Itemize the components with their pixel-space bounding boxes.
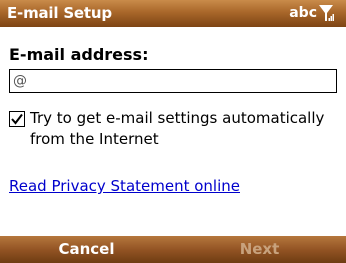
checkmark-icon — [11, 113, 23, 125]
auto-settings-checkbox[interactable] — [9, 111, 25, 127]
title-bar: E-mail Setup abc — [0, 0, 346, 27]
auto-settings-label[interactable]: Try to get e-mail settings automatically… — [30, 108, 338, 150]
email-address-input[interactable] — [9, 69, 337, 93]
email-address-label: E-mail address: — [9, 45, 149, 64]
privacy-statement-link[interactable]: Read Privacy Statement online — [9, 176, 240, 196]
signal-strength-icon — [319, 5, 334, 21]
cancel-softkey[interactable]: Cancel — [0, 239, 173, 259]
window-title: E-mail Setup — [7, 4, 112, 22]
next-softkey[interactable]: Next — [173, 239, 346, 259]
input-mode-indicator[interactable]: abc — [289, 4, 317, 22]
softkey-bar: Cancel Next — [0, 236, 346, 263]
status-area: abc — [289, 3, 334, 25]
